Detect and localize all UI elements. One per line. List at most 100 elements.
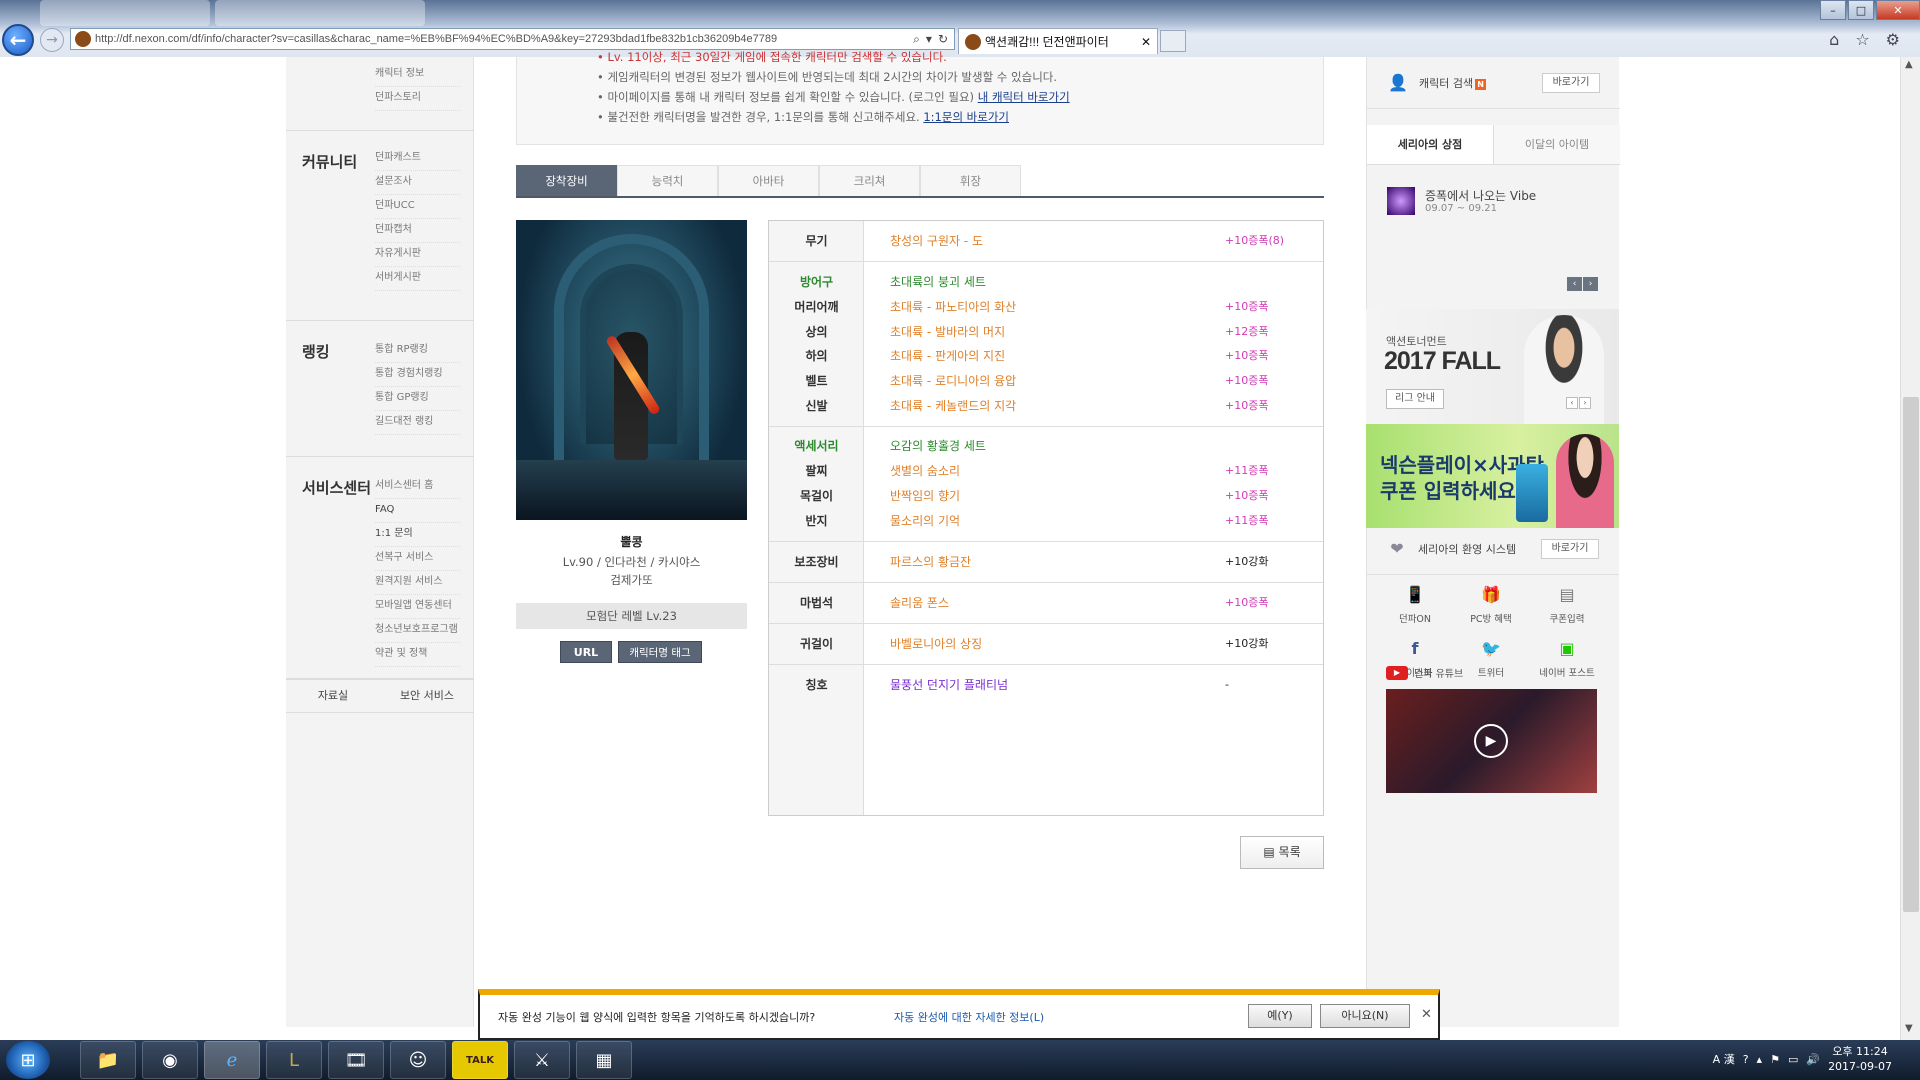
tab-monthly-item[interactable]: 이달의 아이템 — [1494, 125, 1620, 164]
close-window-button[interactable]: ✕ — [1876, 0, 1920, 20]
maximize-button[interactable]: □ — [1848, 0, 1874, 20]
explorer-app[interactable]: 📁 — [80, 1041, 136, 1079]
list-button[interactable]: ▤ 목록 — [1240, 836, 1324, 869]
tab-close-icon[interactable]: ✕ — [1141, 35, 1151, 49]
set-name[interactable]: 초대륙의 붕괴 세트 — [890, 270, 986, 294]
autocomplete-more-link[interactable]: 자동 완성에 대한 자세한 정보(L) — [894, 1009, 1044, 1025]
lnb-link-service-home[interactable]: 서비스센터 홈 — [375, 475, 460, 499]
home-icon[interactable]: ⌂ — [1829, 30, 1839, 49]
no-button[interactable]: 아니요(N) — [1320, 1004, 1410, 1028]
lnb-link-recovery[interactable]: 선복구 서비스 — [375, 547, 460, 571]
lnb-link-security[interactable]: 보안 서비스 — [380, 680, 474, 712]
tray-arrow-icon[interactable]: ▴ — [1757, 1053, 1763, 1066]
dnf-app[interactable]: ⚔ — [514, 1041, 570, 1079]
lnb-link-downloads[interactable]: 자료실 — [286, 680, 380, 712]
scroll-down-icon[interactable]: ▼ — [1905, 1023, 1913, 1034]
tab-seria-shop[interactable]: 세리아의 상점 — [1367, 125, 1494, 164]
lnb-link-remote[interactable]: 원격지원 서비스 — [375, 571, 460, 595]
flag-icon[interactable]: ⚑ — [1770, 1053, 1780, 1066]
tournament-banner[interactable]: 액션토너먼트 2017 FALL 리그 안내 ‹ › — [1366, 309, 1619, 424]
start-button[interactable]: ⊞ — [6, 1041, 50, 1079]
background-tab[interactable] — [40, 0, 210, 26]
page-scrollbar[interactable]: ▲ ▼ — [1900, 57, 1920, 1040]
seria-system-go-button[interactable]: 바로가기 — [1541, 538, 1599, 559]
refresh-icon[interactable]: ↻ — [938, 32, 948, 47]
char-search-go-button[interactable]: 바로가기 — [1542, 72, 1600, 93]
volume-icon[interactable]: 🔊 — [1806, 1053, 1820, 1066]
lnb-link-faq[interactable]: FAQ — [375, 499, 460, 523]
kakaotalk-app[interactable]: TALK — [452, 1041, 508, 1079]
lnb-link-terms[interactable]: 약관 및 정책 — [375, 643, 460, 667]
back-button[interactable]: ← — [2, 24, 34, 56]
item-name[interactable]: 초대륙 - 로디니아의 융압 — [890, 369, 1016, 393]
next-arrow-icon[interactable]: › — [1583, 277, 1598, 291]
lol-app[interactable]: L — [266, 1041, 322, 1079]
lnb-link-mobile[interactable]: 모바일앱 연동센터 — [375, 595, 460, 619]
lnb-link-gp-rank[interactable]: 통합 GP랭킹 — [375, 387, 460, 411]
item-name[interactable]: 솔리움 폰스 — [890, 591, 949, 615]
scroll-up-icon[interactable]: ▲ — [1905, 59, 1913, 70]
coupon-banner[interactable]: 넥슨플레이×사과탄 쿠폰 입력하세요! — [1366, 424, 1619, 528]
discord-app[interactable]: ☺ — [390, 1041, 446, 1079]
play-icon[interactable]: ▶ — [1474, 724, 1508, 758]
name-tag-button[interactable]: 캐릭터명 태그 — [618, 641, 702, 663]
item-name[interactable]: 반짝임의 향기 — [890, 484, 960, 508]
search-icon[interactable]: ⌕ — [913, 32, 920, 47]
next-arrow-icon[interactable]: › — [1579, 397, 1591, 409]
lnb-link-survey[interactable]: 설문조사 — [375, 171, 460, 195]
lnb-link-inquiry[interactable]: 1:1 문의 — [375, 523, 460, 547]
item-name[interactable]: 파르스의 황금잔 — [890, 550, 971, 574]
lnb-link-server-board[interactable]: 서버게시판 — [375, 267, 460, 291]
background-tab[interactable] — [215, 0, 425, 26]
new-tab-button[interactable] — [1160, 30, 1186, 52]
tab-creature[interactable]: 크리쳐 — [819, 165, 920, 196]
lnb-link-free-board[interactable]: 자유게시판 — [375, 243, 460, 267]
language-icon[interactable]: A 漢 — [1713, 1051, 1735, 1067]
lnb-link-ucc[interactable]: 던파UCC — [375, 195, 460, 219]
yes-button[interactable]: 예(Y) — [1248, 1004, 1312, 1028]
league-guide-button[interactable]: 리그 안내 — [1386, 389, 1444, 409]
set-name[interactable]: 오감의 황홀경 세트 — [890, 434, 986, 458]
dropdown-icon[interactable]: ▾ — [926, 32, 932, 47]
item-name[interactable]: 초대륙 - 판게아의 지진 — [890, 344, 1005, 368]
item-name[interactable]: 초대륙 - 발바라의 머지 — [890, 320, 1005, 344]
lnb-link-character-info[interactable]: 캐릭터 정보 — [375, 63, 460, 87]
lnb-link-cast[interactable]: 던파캐스트 — [375, 147, 460, 171]
settings-gear-icon[interactable]: ⚙ — [1886, 30, 1900, 49]
lnb-link-youth[interactable]: 청소년보호프로그램 — [375, 619, 460, 643]
item-name[interactable]: 초대륙 - 케놀랜드의 지각 — [890, 394, 1016, 418]
close-icon[interactable]: ✕ — [1421, 1007, 1432, 1022]
tab-avatar[interactable]: 아바타 — [718, 165, 819, 196]
prev-arrow-icon[interactable]: ‹ — [1567, 277, 1582, 291]
tab-stats[interactable]: 능력치 — [617, 165, 718, 196]
help-icon[interactable]: ? — [1743, 1053, 1749, 1066]
prev-arrow-icon[interactable]: ‹ — [1566, 397, 1578, 409]
item-name[interactable]: 바벨로니아의 상징 — [890, 632, 982, 656]
lnb-link-guild-rank[interactable]: 길드대전 랭킹 — [375, 411, 460, 435]
my-character-link[interactable]: 내 캐릭터 바로가기 — [978, 90, 1070, 104]
lnb-link-story[interactable]: 던파스토리 — [375, 87, 460, 111]
inquiry-link[interactable]: 1:1문의 바로가기 — [923, 110, 1009, 124]
youtube-thumbnail[interactable]: ▶ — [1386, 689, 1597, 793]
clock[interactable]: 오후 11:24 2017-09-07 — [1828, 1044, 1892, 1074]
ie-app[interactable]: ℯ — [204, 1041, 260, 1079]
tab-equipment[interactable]: 장착장비 — [516, 165, 617, 196]
url-button[interactable]: URL — [560, 641, 612, 663]
lnb-link-capture[interactable]: 던파캡처 — [375, 219, 460, 243]
chrome-app[interactable]: ◉ — [142, 1041, 198, 1079]
shop-item[interactable]: 증폭에서 나오는 Vibe 09.07 ~ 09.21 — [1387, 185, 1607, 225]
tab-emblem[interactable]: 휘장 — [920, 165, 1021, 196]
item-name[interactable]: 창성의 구원자 - 도 — [890, 229, 983, 253]
item-name[interactable]: 초대륙 - 파노티아의 화산 — [890, 295, 1016, 319]
minimize-button[interactable]: – — [1820, 0, 1846, 20]
active-tab[interactable]: 액션쾌감!!! 던전앤파이터 ✕ — [958, 28, 1158, 54]
lnb-link-rp-rank[interactable]: 통합 RP랭킹 — [375, 339, 460, 363]
url-text[interactable]: http://df.nexon.com/df/info/character?sv… — [95, 33, 907, 45]
address-bar[interactable]: http://df.nexon.com/df/info/character?sv… — [70, 28, 955, 50]
forward-button[interactable]: → — [40, 28, 64, 52]
media-app[interactable]: 🎞 — [328, 1041, 384, 1079]
scrollbar-thumb[interactable] — [1903, 397, 1919, 912]
item-name[interactable]: 샛별의 숨소리 — [890, 459, 960, 483]
favorites-star-icon[interactable]: ☆ — [1855, 30, 1869, 49]
lnb-link-exp-rank[interactable]: 통합 경험치랭킹 — [375, 363, 460, 387]
